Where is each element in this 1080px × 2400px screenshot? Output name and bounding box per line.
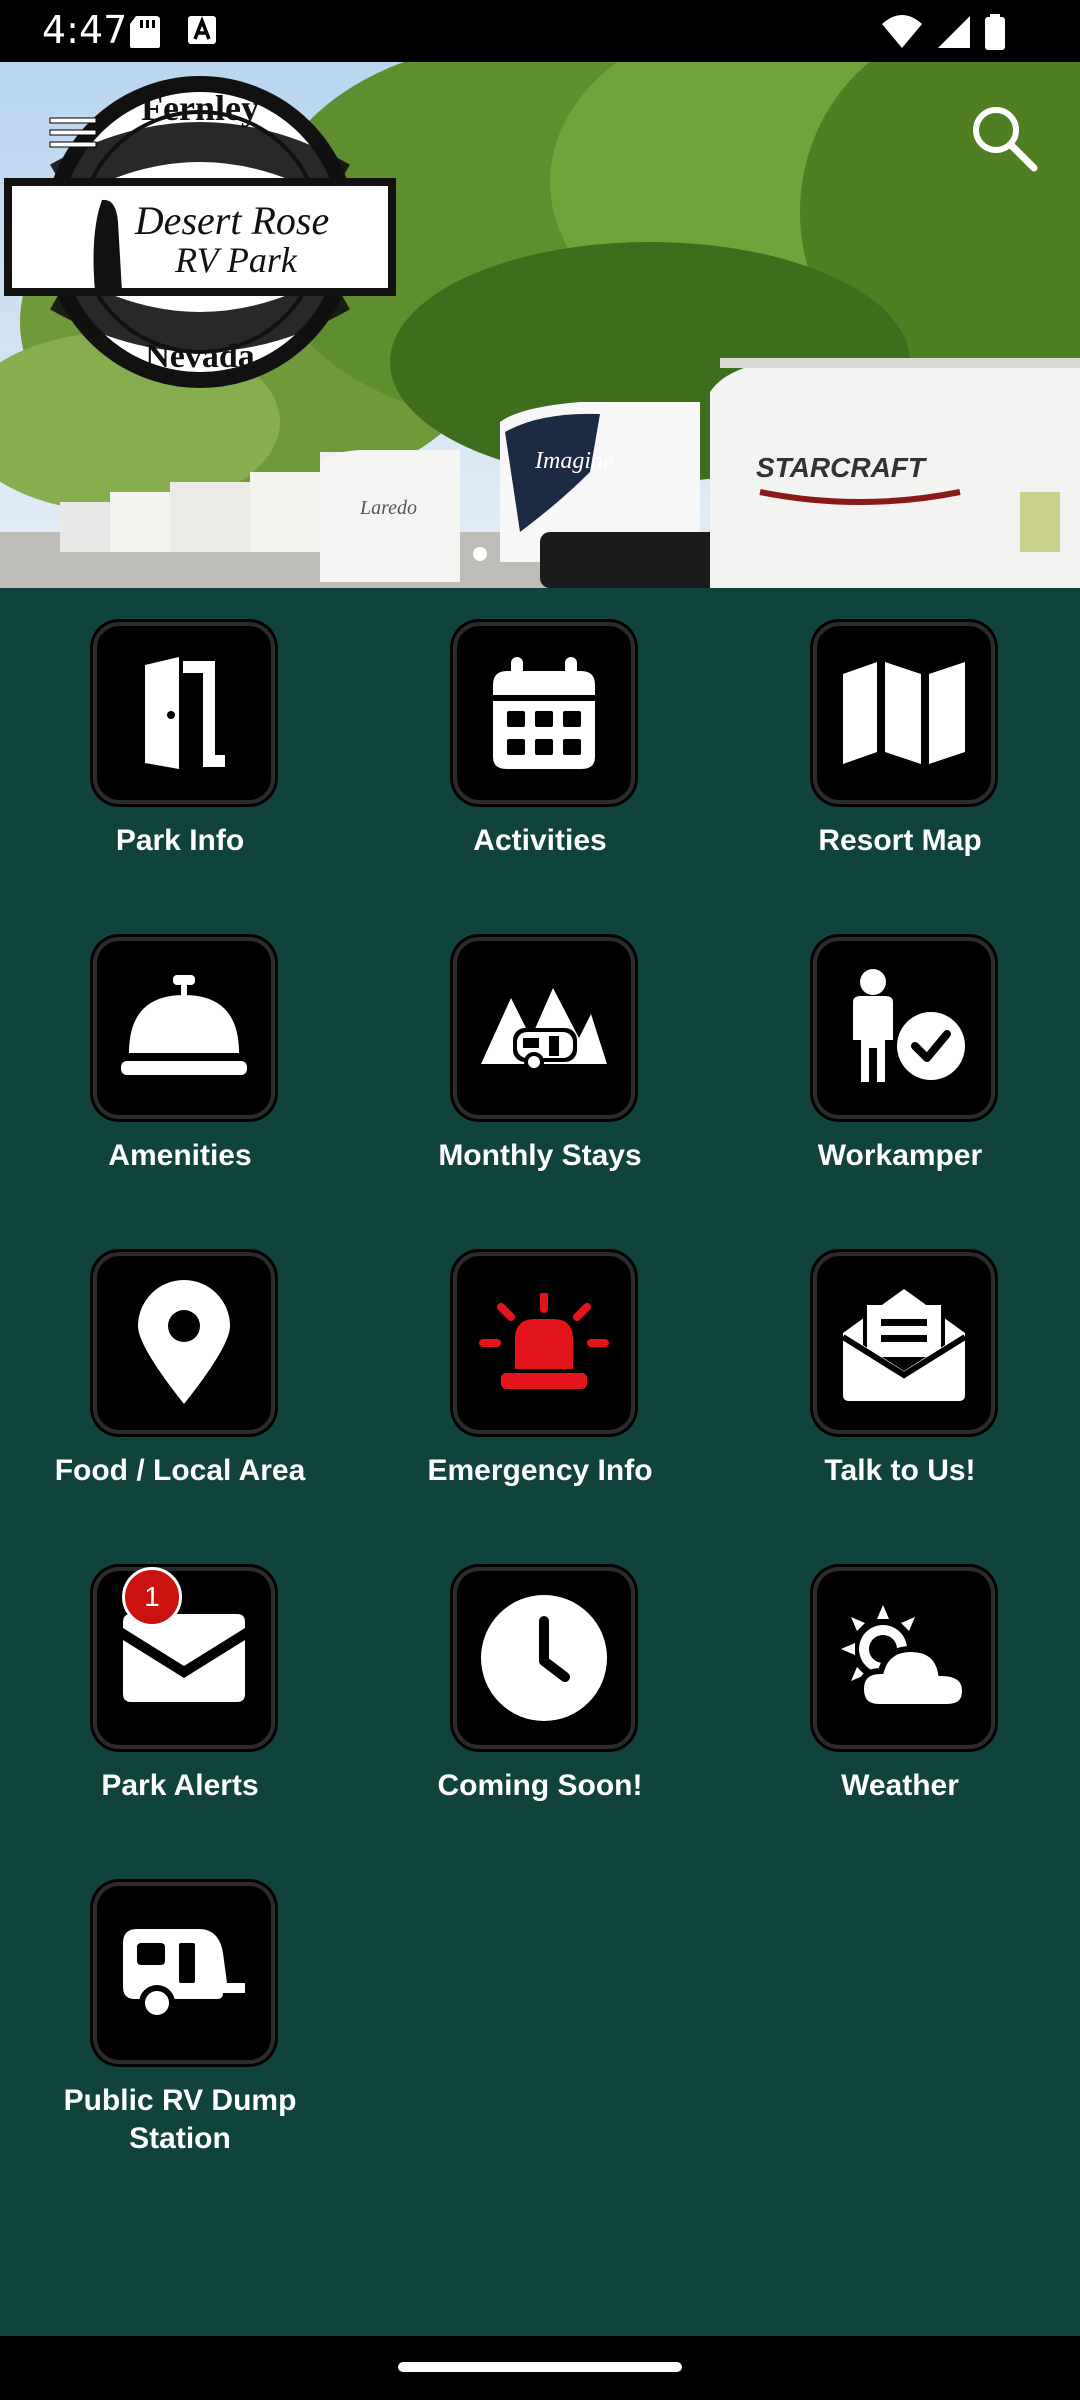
tile-label: Resort Map — [818, 824, 982, 857]
tile-activities[interactable]: Activities — [360, 622, 720, 922]
service-bell-icon — [121, 975, 247, 1075]
tile-icon-box — [453, 622, 635, 804]
clock-icon — [481, 1595, 607, 1721]
tile-label: Weather — [841, 1769, 959, 1802]
font-a-icon — [188, 16, 216, 44]
battery-icon — [985, 14, 1005, 50]
tile-emergency-info[interactable]: Emergency Info — [360, 1252, 720, 1552]
tile-label: Park Alerts — [101, 1769, 259, 1802]
logo-name-line1: Desert Rose — [134, 198, 329, 243]
tile-icon-box — [93, 1882, 275, 2064]
hero-banner: Laredo Imagine STARCRAFT Fernley Desert … — [0, 62, 1080, 588]
tile-talk-to-us[interactable]: Talk to Us! — [720, 1252, 1080, 1552]
tile-icon-box — [813, 1567, 995, 1749]
menu-button[interactable] — [46, 110, 102, 156]
tile-resort-map[interactable]: Resort Map — [720, 622, 1080, 922]
tile-amenities[interactable]: Amenities — [0, 937, 360, 1237]
wifi-icon — [882, 15, 922, 48]
map-icon — [843, 662, 965, 764]
status-bar: 4:47 — [0, 0, 1080, 62]
tile-label: Workamper — [817, 1139, 983, 1172]
tile-label: Coming Soon! — [437, 1769, 643, 1802]
person-check-icon — [853, 969, 965, 1082]
tile-label: Talk to Us! — [824, 1454, 976, 1487]
tile-park-alerts[interactable]: 1 Park Alerts — [0, 1567, 360, 1867]
camper-trees-icon — [481, 988, 607, 1072]
system-navigation-bar — [0, 2336, 1080, 2400]
tile-label: Activities — [473, 824, 607, 857]
tile-icon-box — [93, 1252, 275, 1434]
svg-text:Laredo: Laredo — [359, 497, 417, 519]
logo-bottom-text: Nevada — [145, 338, 255, 375]
tile-monthly-stays[interactable]: Monthly Stays — [360, 937, 720, 1237]
search-button[interactable] — [968, 102, 1040, 174]
tile-icon-box — [93, 1567, 275, 1749]
home-gesture-handle[interactable] — [398, 2362, 682, 2372]
tile-icon-box — [453, 1567, 635, 1749]
tile-label: Emergency Info — [427, 1454, 653, 1487]
tile-label: Public RV Dump Station — [63, 2084, 297, 2155]
sd-card-icon — [130, 16, 160, 48]
notification-badge: 1 — [122, 1567, 182, 1627]
envelope-icon — [123, 1614, 245, 1702]
logo-name-line2: RV Park — [174, 240, 298, 280]
tile-icon-box — [93, 937, 275, 1119]
tile-workamper[interactable]: Workamper — [720, 937, 1080, 1237]
tile-icon-box — [453, 937, 635, 1119]
tile-weather[interactable]: Weather — [720, 1567, 1080, 1867]
tile-icon-box — [813, 937, 995, 1119]
tile-food-local-area[interactable]: Food / Local Area — [0, 1252, 360, 1552]
tile-label: Food / Local Area — [54, 1454, 306, 1487]
sun-cloud-icon — [841, 1605, 969, 1710]
trailer-icon — [123, 1929, 245, 2021]
hamburger-menu-icon — [49, 117, 97, 148]
svg-text:Imagine: Imagine — [534, 448, 614, 474]
tile-public-rv-dump-station[interactable]: Public RV Dump Station — [0, 1882, 360, 2182]
tile-icon-box — [453, 1252, 635, 1434]
tile-label: Park Info — [115, 824, 245, 857]
tile-park-info[interactable]: Park Info — [0, 622, 360, 922]
tile-label: Monthly Stays — [438, 1139, 642, 1172]
status-time: 4:47 — [42, 8, 128, 52]
tile-coming-soon[interactable]: Coming Soon! — [360, 1567, 720, 1867]
calendar-icon — [493, 657, 595, 769]
tile-icon-box — [93, 622, 275, 804]
tile-label: Amenities — [108, 1139, 252, 1172]
open-envelope-icon — [841, 1289, 967, 1401]
tile-icon-box — [813, 1252, 995, 1434]
logo-top-text: Fernley — [141, 88, 259, 128]
tile-icon-box — [813, 622, 995, 804]
location-pin-icon — [138, 1280, 230, 1404]
svg-text:STARCRAFT: STARCRAFT — [756, 452, 928, 483]
siren-icon — [479, 1293, 609, 1389]
door-icon — [145, 657, 225, 769]
signal-icon — [938, 16, 970, 48]
search-icon — [973, 107, 1038, 172]
